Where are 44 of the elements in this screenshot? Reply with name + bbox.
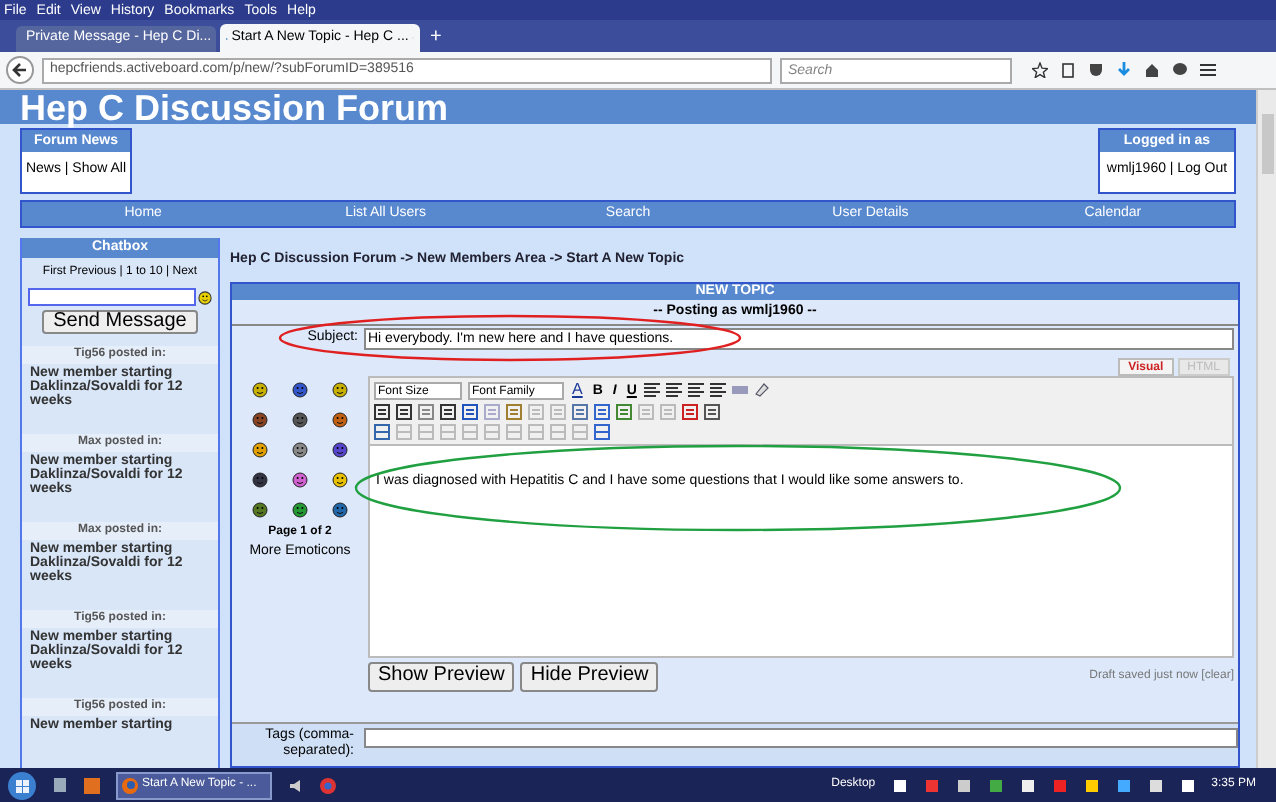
- new-tab-button[interactable]: +: [430, 24, 442, 52]
- star-icon[interactable]: [1032, 62, 1048, 78]
- emoticon-icon[interactable]: [292, 441, 308, 457]
- align-right-icon[interactable]: [688, 382, 705, 398]
- back-button[interactable]: [6, 56, 34, 84]
- menu-icon[interactable]: [1200, 62, 1216, 78]
- tags-field[interactable]: [364, 728, 1238, 748]
- smiley-icon[interactable]: [198, 289, 212, 305]
- emoticon-icon[interactable]: [252, 501, 268, 517]
- browser-icon[interactable]: [320, 777, 336, 793]
- emoticon-icon[interactable]: [252, 471, 268, 487]
- home-icon[interactable]: [1144, 62, 1160, 78]
- scrollbar[interactable]: [1256, 90, 1276, 768]
- emoticon-icon[interactable]: [332, 501, 348, 517]
- forum-title: Hep C Discussion Forum: [20, 89, 449, 125]
- align-center-icon[interactable]: [666, 382, 683, 398]
- send-message-button[interactable]: Send Message: [42, 310, 198, 334]
- emoticon-icon[interactable]: [292, 381, 308, 397]
- emoticon-icon[interactable]: [252, 381, 268, 397]
- eraser-icon[interactable]: [754, 382, 771, 398]
- start-button-icon[interactable]: [8, 771, 36, 799]
- back-arrow-icon: [12, 62, 28, 78]
- chat-input[interactable]: [28, 288, 196, 306]
- emoticon-icon[interactable]: [292, 501, 308, 517]
- align-left-icon[interactable]: [644, 382, 661, 398]
- emoticon-icon[interactable]: [332, 471, 348, 487]
- preview-button[interactable]: Show Preview: [368, 661, 515, 691]
- browser-icon: [122, 777, 138, 793]
- library-icon[interactable]: [52, 776, 68, 794]
- emoticon-icon[interactable]: [332, 441, 348, 457]
- emoticon-icon[interactable]: [292, 471, 308, 487]
- speaker-icon[interactable]: [288, 777, 304, 793]
- emoticon-icon[interactable]: [252, 441, 268, 457]
- justify-icon[interactable]: [710, 382, 727, 398]
- clipboard-icon[interactable]: [1060, 62, 1076, 78]
- emoticon-icon[interactable]: [252, 411, 268, 427]
- preview-button[interactable]: Hide Preview: [520, 661, 659, 691]
- chat-icon[interactable]: [1172, 62, 1188, 78]
- emoticon-icon[interactable]: [332, 411, 348, 427]
- download-icon[interactable]: [1116, 62, 1132, 78]
- emoticon-icon[interactable]: [332, 381, 348, 397]
- media-player-icon[interactable]: [84, 777, 100, 793]
- emoticon-icon[interactable]: [292, 411, 308, 427]
- format-button[interactable]: A: [570, 382, 585, 398]
